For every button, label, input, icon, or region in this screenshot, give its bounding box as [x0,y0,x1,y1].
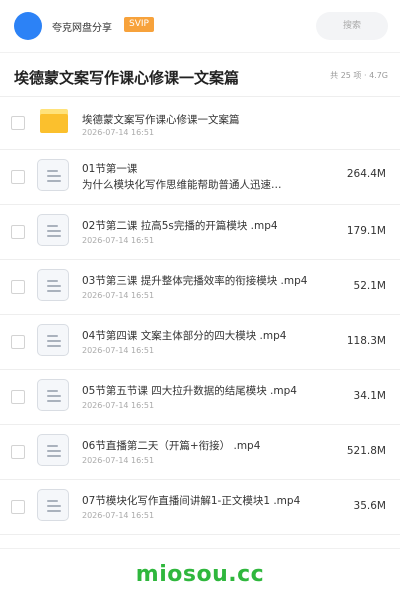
select-checkbox[interactable] [11,280,25,294]
item-date: 2026-07-14 16:51 [82,456,155,465]
avatar[interactable] [14,12,42,40]
list-item-folder[interactable]: 埃德蒙文案写作课心修课一文案篇 2026-07-14 16:51 [0,97,400,150]
item-size: 35.6M [353,500,386,512]
item-name: 03节第三课 提升整体完播效率的衔接模块 .mp4 [82,275,308,287]
item-name: 06节直播第二天（开篇+衔接） .mp4 [82,440,261,452]
item-date: 2026-07-14 16:51 [82,128,155,137]
select-checkbox[interactable] [11,116,25,130]
item-name: 04节第四课 文案主体部分的四大模块 .mp4 [82,330,287,342]
svip-badge: SVIP [124,17,154,32]
select-checkbox[interactable] [11,335,25,349]
item-size: 179.1M [346,225,386,237]
item-date: 2026-07-14 16:51 [82,236,155,245]
page-title: 埃德蒙文案写作课心修课一文案篇 [14,69,240,87]
list-item-file[interactable]: 03节第三课 提升整体完播效率的衔接模块 .mp4 2026-07-14 16:… [0,260,400,315]
list-item-file[interactable]: 05节第五节课 四大拉升数据的结尾模块 .mp4 2026-07-14 16:5… [0,370,400,425]
file-icon [37,159,69,191]
footer-divider [0,548,400,549]
item-name: 05节第五节课 四大拉升数据的结尾模块 .mp4 [82,385,297,397]
select-checkbox[interactable] [11,170,25,184]
file-icon [37,434,69,466]
file-list: 埃德蒙文案写作课心修课一文案篇 2026-07-14 16:51 01节第一课 … [0,96,400,535]
file-icon [37,214,69,246]
item-date: 2026-07-14 16:51 [82,511,155,520]
app-name: 夸克网盘分享 [52,23,112,34]
list-item-file[interactable]: 02节第二课 拉高5s完播的开篇模块 .mp4 2026-07-14 16:51… [0,205,400,260]
item-size: 52.1M [353,280,386,292]
select-checkbox[interactable] [11,445,25,459]
file-icon [37,324,69,356]
list-item-file[interactable]: 07节模块化写作直播间讲解1-正文模块1 .mp4 2026-07-14 16:… [0,480,400,535]
select-checkbox[interactable] [11,500,25,514]
list-item-file[interactable]: 04节第四课 文案主体部分的四大模块 .mp4 2026-07-14 16:51… [0,315,400,370]
item-name: 02节第二课 拉高5s完播的开篇模块 .mp4 [82,220,278,232]
select-checkbox[interactable] [11,225,25,239]
top-bar: 夸克网盘分享 SVIP 搜索 [0,0,400,53]
item-date: 2026-07-14 16:51 [82,291,155,300]
item-size: 264.4M [346,168,386,180]
watermark: miosou.cc [135,562,265,587]
item-summary: 共 25 项 · 4.7G [330,71,388,80]
item-size: 521.8M [346,445,386,457]
item-size: 34.1M [353,390,386,402]
list-item-file[interactable]: 01节第一课 为什么模块化写作思维能帮助普通人迅速… 264.4M [0,150,400,205]
item-size: 118.3M [346,335,386,347]
item-name: 01节第一课 [82,163,138,175]
item-name-continued: 为什么模块化写作思维能帮助普通人迅速… [82,179,282,191]
file-icon [37,269,69,301]
file-icon [37,379,69,411]
select-checkbox[interactable] [11,390,25,404]
item-date: 2026-07-14 16:51 [82,346,155,355]
item-name: 07节模块化写作直播间讲解1-正文模块1 .mp4 [82,495,301,507]
search-input[interactable]: 搜索 [316,12,388,40]
item-date: 2026-07-14 16:51 [82,401,155,410]
folder-icon [40,109,68,133]
list-item-file[interactable]: 06节直播第二天（开篇+衔接） .mp4 2026-07-14 16:51 52… [0,425,400,480]
item-name: 埃德蒙文案写作课心修课一文案篇 [82,114,240,126]
file-icon [37,489,69,521]
